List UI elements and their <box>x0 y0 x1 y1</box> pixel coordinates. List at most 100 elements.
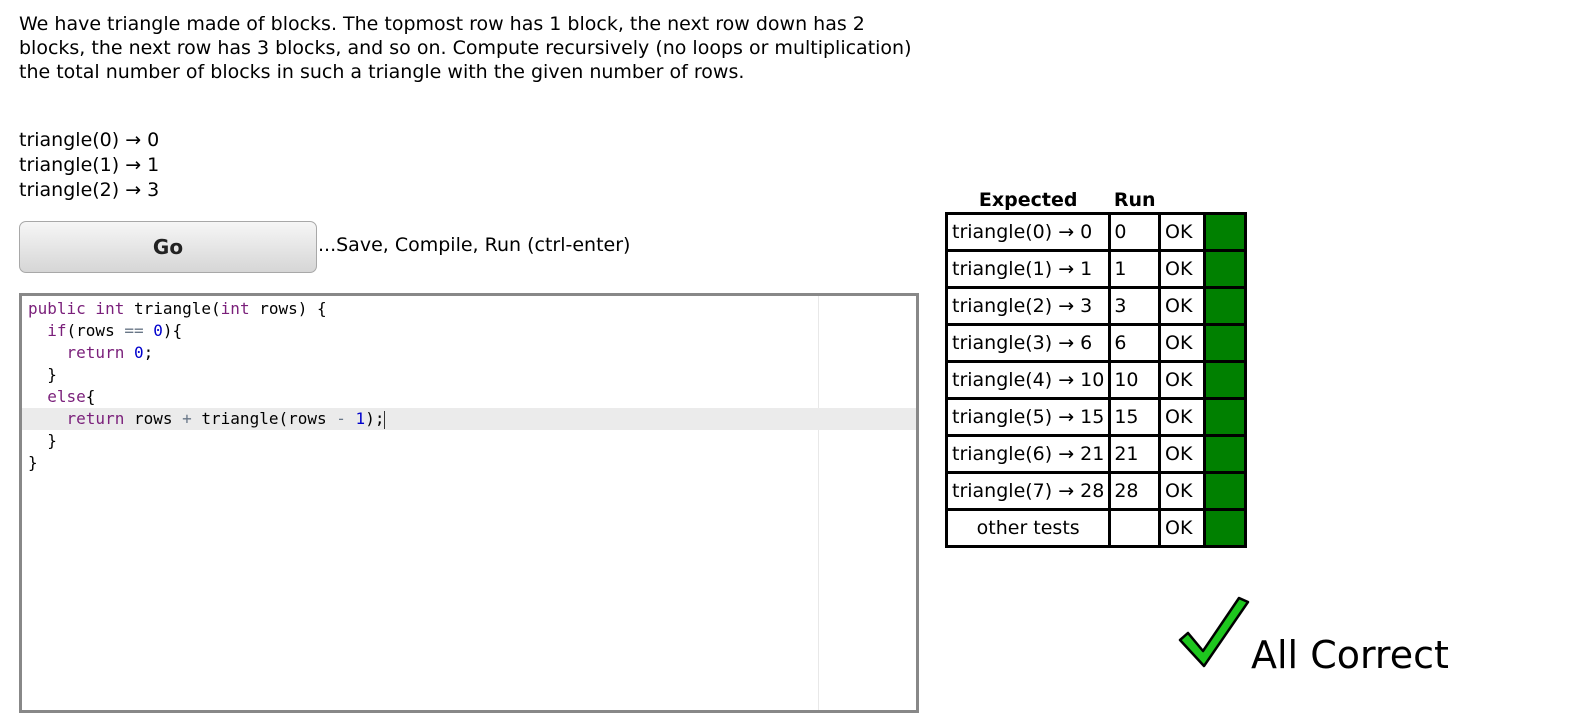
code-token: ); <box>365 409 385 428</box>
code-token: int <box>220 299 250 318</box>
code-line[interactable]: } <box>22 452 916 474</box>
code-token: public int <box>28 299 134 318</box>
code-line[interactable]: public int triangle(int rows) { <box>22 298 916 320</box>
expected-cell: triangle(6) → 21 <box>944 434 1112 474</box>
result-row: triangle(2) → 3 3 OK <box>944 286 1248 326</box>
run-cell: 10 <box>1108 360 1162 400</box>
result-row: other tests OK <box>944 508 1248 548</box>
code-token: } <box>28 453 38 472</box>
expected-cell: other tests <box>944 508 1112 548</box>
ok-cell: OK <box>1158 471 1207 511</box>
expected-cell: triangle(1) → 1 <box>944 249 1112 289</box>
code-token: ){ <box>162 321 183 340</box>
expected-cell: triangle(4) → 10 <box>944 360 1112 400</box>
run-header: Run <box>1113 189 1156 211</box>
code-token: 0 <box>153 321 163 340</box>
pass-indicator <box>1203 434 1248 474</box>
run-cell: 21 <box>1108 434 1162 474</box>
code-token: (rows <box>66 321 125 340</box>
run-cell: 15 <box>1108 397 1162 437</box>
code-token: else <box>47 387 86 406</box>
code-token: - <box>336 409 346 428</box>
code-editor[interactable]: public int triangle(int rows) { if(rows … <box>19 293 919 713</box>
result-row: triangle(3) → 6 6 OK <box>944 323 1248 363</box>
run-cell <box>1108 508 1162 548</box>
ok-cell: OK <box>1158 249 1207 289</box>
run-cell: 6 <box>1108 323 1162 363</box>
pass-indicator <box>1203 212 1248 252</box>
result-row: triangle(7) → 28 28 OK <box>944 471 1248 511</box>
code-token: triangle(rows <box>191 409 337 428</box>
code-token: ; <box>143 343 154 362</box>
expected-header: Expected <box>978 189 1078 211</box>
pass-indicator <box>1203 360 1248 400</box>
pass-indicator <box>1203 249 1248 289</box>
result-row: triangle(4) → 10 10 OK <box>944 360 1248 400</box>
code-token: rows) { <box>249 299 327 318</box>
code-line[interactable]: } <box>22 430 916 452</box>
code-token: return <box>66 409 125 428</box>
ok-cell: OK <box>1158 508 1207 548</box>
all-correct-text: All Correct <box>1251 633 1449 677</box>
code-token: if <box>47 321 67 340</box>
ok-cell: OK <box>1158 360 1207 400</box>
code-token: } <box>28 431 57 450</box>
ok-cell: OK <box>1158 397 1207 437</box>
example-item: triangle(2) → 3 <box>19 179 160 201</box>
pass-indicator <box>1203 508 1248 548</box>
code-line[interactable]: return rows + triangle(rows - 1); <box>22 408 916 430</box>
code-lines[interactable]: public int triangle(int rows) { if(rows … <box>22 298 916 474</box>
pass-indicator <box>1203 286 1248 326</box>
expected-cell: triangle(2) → 3 <box>944 286 1112 326</box>
result-summary: All Correct <box>1176 596 1456 677</box>
expected-cell: triangle(0) → 0 <box>944 212 1112 252</box>
code-line[interactable]: else{ <box>22 386 916 408</box>
code-token: return <box>66 343 125 362</box>
expected-cell: triangle(7) → 28 <box>944 471 1112 511</box>
example-item: triangle(1) → 1 <box>19 154 160 176</box>
results-table: Expected Run triangle(0) → 0 0 OK triang… <box>944 188 1248 548</box>
example-item: triangle(0) → 0 <box>19 129 160 151</box>
run-cell: 0 <box>1108 212 1162 252</box>
run-cell: 3 <box>1108 286 1162 326</box>
ok-cell: OK <box>1158 323 1207 363</box>
go-button[interactable]: Go <box>19 221 317 273</box>
expected-cell: triangle(5) → 15 <box>944 397 1112 437</box>
code-line[interactable]: } <box>22 364 916 386</box>
checkmark-icon <box>1178 596 1250 668</box>
run-cell: 28 <box>1108 471 1162 511</box>
result-row: triangle(5) → 15 15 OK <box>944 397 1248 437</box>
run-cell: 1 <box>1108 249 1162 289</box>
result-row: triangle(0) → 0 0 OK <box>944 212 1248 252</box>
code-token: { <box>85 387 96 406</box>
code-token: 0 <box>133 343 144 362</box>
examples-list: triangle(0) → 0 triangle(1) → 1 triangle… <box>19 128 159 203</box>
ok-cell: OK <box>1158 212 1207 252</box>
code-token: 1 <box>355 409 366 428</box>
code-token: rows <box>124 409 183 428</box>
pass-indicator <box>1203 323 1248 363</box>
code-token: + <box>182 409 192 428</box>
ok-cell: OK <box>1158 286 1207 326</box>
text-cursor <box>384 410 386 429</box>
expected-cell: triangle(3) → 6 <box>944 323 1112 363</box>
ok-cell: OK <box>1158 434 1207 474</box>
result-row: triangle(1) → 1 1 OK <box>944 249 1248 289</box>
code-line[interactable]: if(rows == 0){ <box>22 320 916 342</box>
pass-indicator <box>1203 471 1248 511</box>
code-token: == <box>124 321 144 340</box>
code-token: } <box>28 365 57 384</box>
go-hint: ...Save, Compile, Run (ctrl-enter) <box>318 234 631 256</box>
code-token: triangle( <box>133 299 221 318</box>
code-line[interactable]: return 0; <box>22 342 916 364</box>
pass-indicator <box>1203 397 1248 437</box>
result-row: triangle(6) → 21 21 OK <box>944 434 1248 474</box>
problem-description: We have triangle made of blocks. The top… <box>19 13 912 83</box>
